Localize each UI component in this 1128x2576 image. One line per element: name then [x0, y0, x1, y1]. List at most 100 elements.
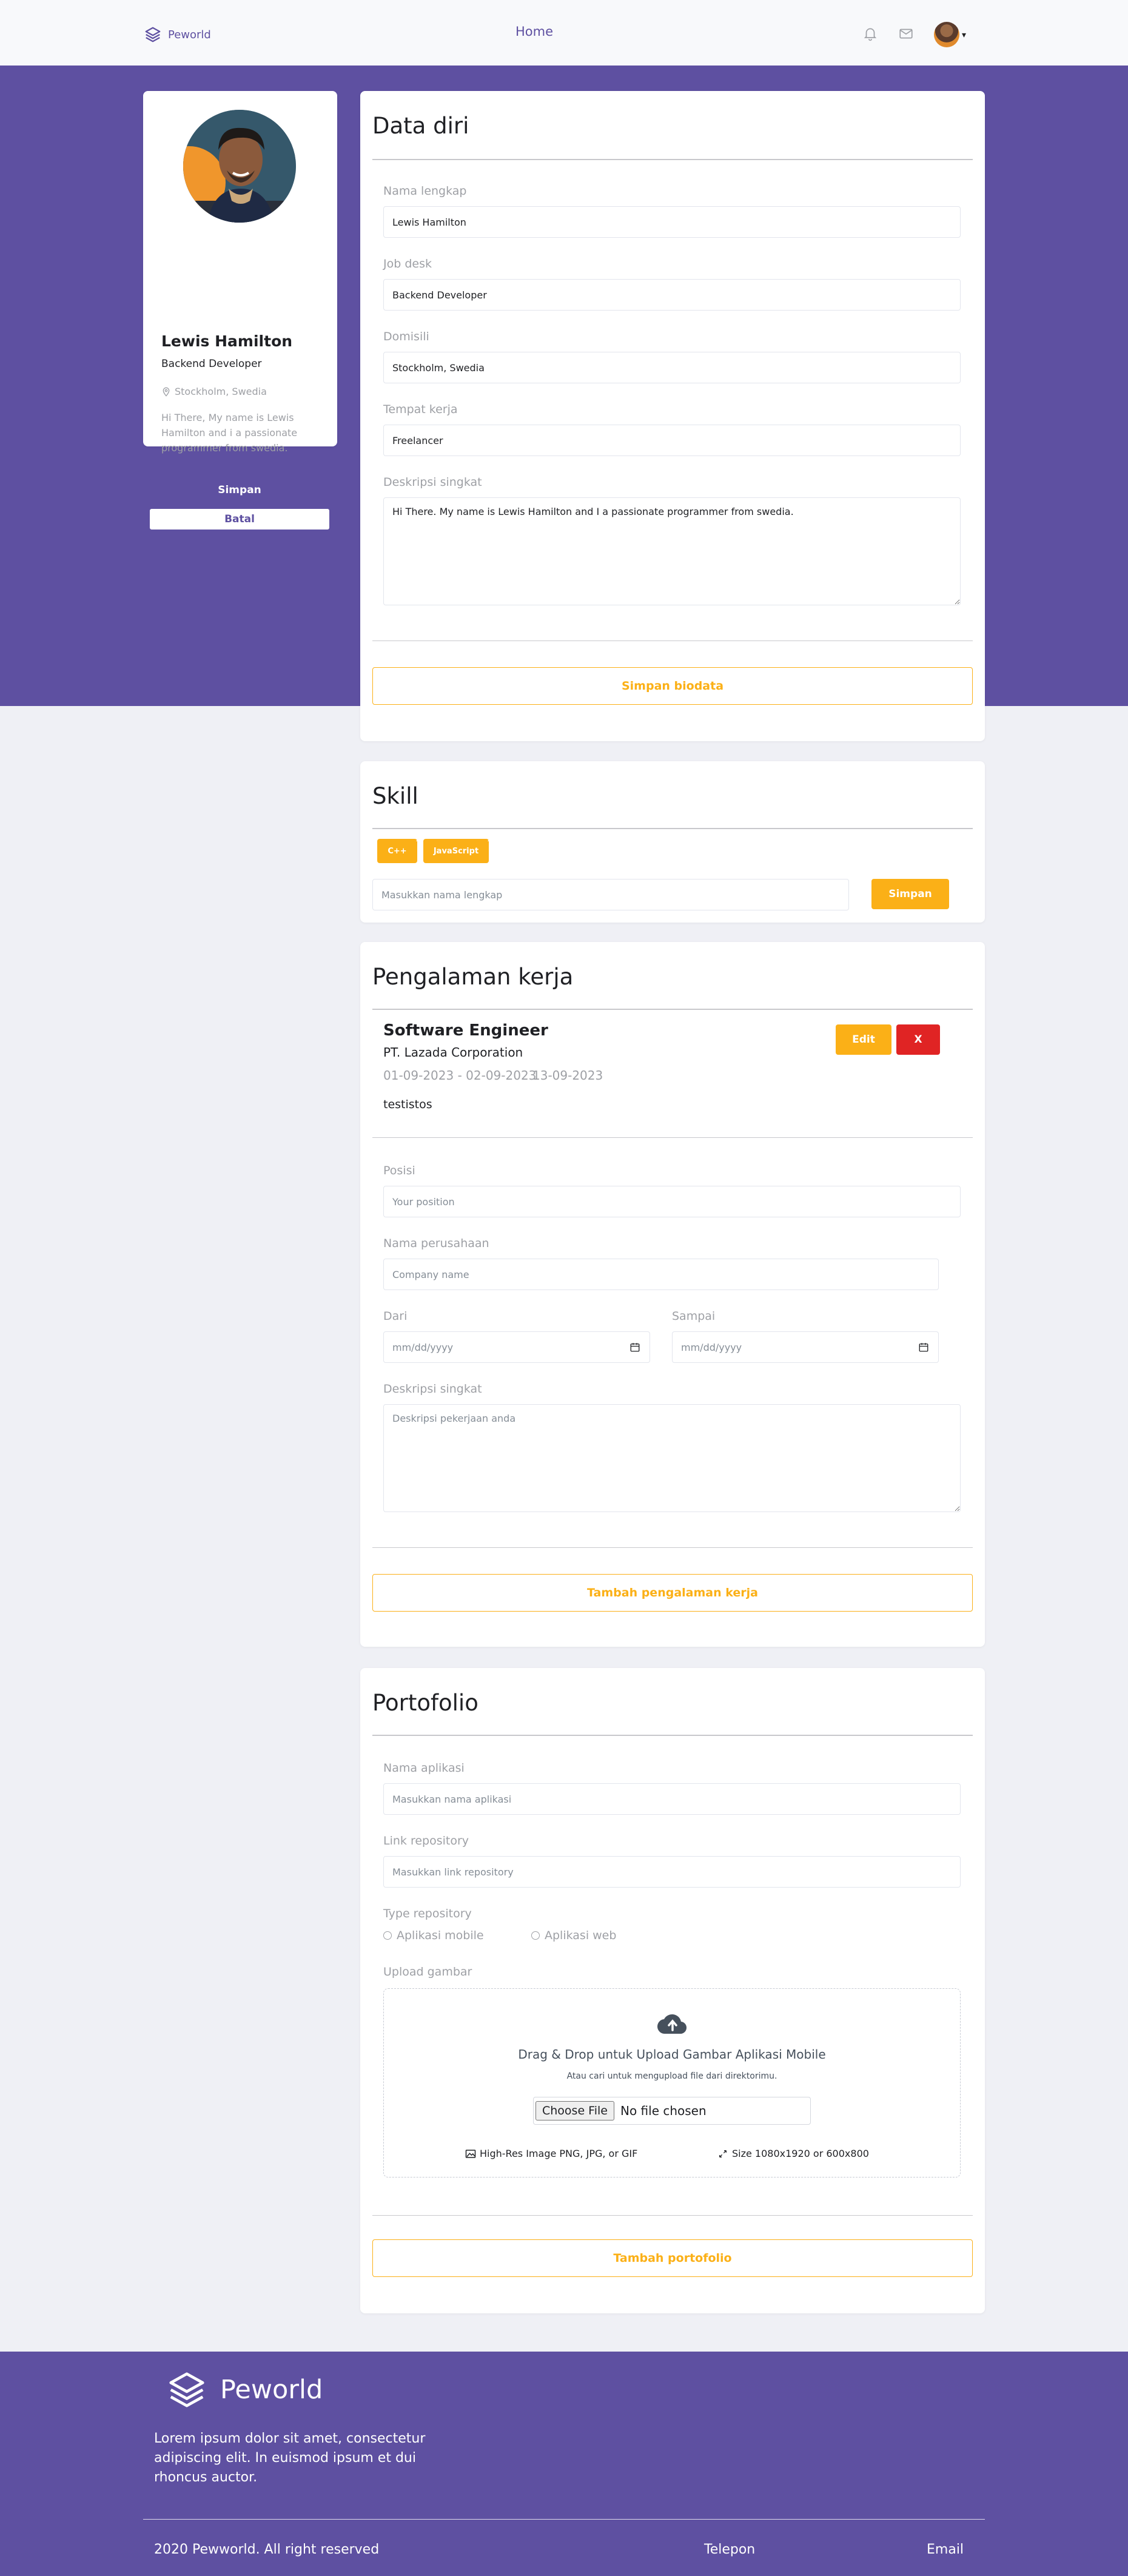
jobdesk-label: Job desk — [383, 257, 432, 271]
divider — [372, 1735, 973, 1736]
from-date-label: Dari — [383, 1310, 408, 1323]
radio-web-label: Aplikasi web — [545, 1929, 617, 1942]
mail-icon[interactable] — [898, 25, 914, 41]
image-icon — [465, 2149, 476, 2158]
experience-company: PT. Lazada Corporation — [383, 1045, 523, 1060]
skill-title: Skill — [372, 783, 418, 809]
profile-save-button[interactable]: Simpan — [149, 479, 330, 501]
file-input[interactable]: Choose File No file chosen — [533, 2097, 811, 2125]
repo-type-label: Type repository — [383, 1907, 472, 1920]
profile-photo-image — [183, 110, 296, 223]
experience-date-extra: 13-09-2023 — [532, 1068, 603, 1083]
navbar: Peworld Home ▾ — [0, 0, 1128, 66]
nav-home-link[interactable]: Home — [515, 24, 553, 39]
divider — [372, 159, 973, 160]
company-label: Nama perusahaan — [383, 1237, 489, 1250]
workplace-input[interactable] — [383, 425, 961, 456]
profile-job: Backend Developer — [161, 358, 262, 370]
experience-position: Software Engineer — [383, 1021, 548, 1040]
add-portfolio-button[interactable]: Tambah portofolio — [372, 2239, 973, 2277]
upload-title: Drag & Drop untuk Upload Gambar Aplikasi… — [518, 2047, 826, 2062]
fullname-label: Nama lengkap — [383, 184, 467, 198]
workplace-label: Tempat kerja — [383, 403, 458, 416]
portfolio-title: Portofolio — [372, 1690, 478, 1716]
domicile-input[interactable] — [383, 352, 961, 383]
calendar-icon[interactable] — [918, 1342, 929, 1353]
profile-location-text: Stockholm, Swedia — [175, 386, 267, 397]
jobdesk-input[interactable] — [383, 279, 961, 311]
profile-location: Stockholm, Swedia — [161, 386, 267, 397]
profile-card: Lewis Hamilton Backend Developer Stockho… — [143, 91, 337, 530]
fullname-input[interactable] — [383, 206, 961, 238]
chevron-down-icon[interactable]: ▾ — [962, 30, 966, 40]
skill-tag[interactable]: C++ x — [377, 835, 420, 863]
repo-link-label: Link repository — [383, 1834, 469, 1848]
skill-input[interactable] — [372, 879, 849, 910]
footer: Peworld Lorem ipsum dolor sit amet, cons… — [0, 2352, 1128, 2576]
biodata-title: Data diri — [372, 113, 469, 139]
footer-email-link[interactable]: Email — [927, 2542, 964, 2557]
app-name-input[interactable] — [383, 1783, 961, 1815]
divider — [372, 1547, 973, 1548]
divider — [372, 1009, 973, 1010]
navbar-logo[interactable]: Peworld — [144, 25, 211, 44]
divider — [372, 2215, 973, 2216]
radio-web-app[interactable]: Aplikasi web — [531, 1929, 616, 1942]
footer-logo[interactable]: Peworld — [166, 2369, 323, 2411]
footer-phone-link[interactable]: Telepon — [704, 2542, 755, 2557]
logo-text: Peworld — [168, 28, 211, 41]
layers-logo-icon — [145, 27, 161, 42]
footer-description: Lorem ipsum dolor sit amet, consectetur … — [154, 2431, 426, 2485]
cloud-upload-icon — [657, 2014, 687, 2034]
skill-tag-label: C++ — [388, 846, 407, 856]
profile-cancel-button[interactable]: Batal — [149, 508, 330, 530]
divider — [372, 828, 973, 829]
remove-skill-icon[interactable]: x — [488, 835, 492, 843]
repo-link-input[interactable] — [383, 1856, 961, 1888]
upload-subtitle: Atau cari untuk mengupload file dari dir… — [566, 2071, 777, 2081]
choose-file-button[interactable]: Choose File — [535, 2101, 614, 2120]
to-date-input[interactable] — [672, 1331, 939, 1363]
layers-logo-icon — [169, 2372, 204, 2407]
from-date-input[interactable] — [383, 1331, 650, 1363]
to-date-label: Sampai — [672, 1310, 716, 1323]
skill-save-button[interactable]: Simpan — [871, 879, 949, 909]
navbar-avatar[interactable] — [934, 22, 959, 47]
add-experience-button[interactable]: Tambah pengalaman kerja — [372, 1574, 973, 1612]
skill-tag[interactable]: JavaScript x — [423, 835, 492, 863]
position-label: Posisi — [383, 1164, 415, 1177]
edit-experience-button[interactable]: Edit — [836, 1024, 891, 1055]
experience-title: Pengalaman kerja — [372, 964, 574, 990]
footer-divider — [143, 2519, 985, 2520]
radio-circle[interactable] — [383, 1931, 392, 1940]
skill-tag-label: JavaScript — [433, 846, 479, 856]
profile-name: Lewis Hamilton — [161, 332, 293, 350]
radio-circle[interactable] — [531, 1931, 540, 1940]
biodata-card: Data diri Nama lengkap Job desk Domisili… — [360, 91, 985, 741]
delete-experience-button[interactable]: X — [896, 1024, 940, 1055]
position-input[interactable] — [383, 1186, 961, 1217]
bell-icon[interactable] — [862, 25, 878, 41]
footer-copyright: 2020 Pewworld. All right reserved — [154, 2542, 380, 2557]
company-input[interactable] — [383, 1259, 939, 1290]
remove-skill-icon[interactable]: x — [416, 835, 420, 843]
divider — [372, 1137, 973, 1138]
upload-dropzone[interactable]: Drag & Drop untuk Upload Gambar Aplikasi… — [383, 1988, 961, 2177]
portfolio-card: Portofolio Nama aplikasi Link repository… — [360, 1668, 985, 2313]
upload-size-text: Size 1080x1920 or 600x800 — [732, 2148, 869, 2159]
job-description-textarea[interactable] — [383, 1404, 961, 1512]
profile-description: Hi There, My name is Lewis Hamilton and … — [161, 412, 298, 454]
footer-logo-text: Peworld — [220, 2375, 323, 2405]
upload-label: Upload gambar — [383, 1965, 472, 1979]
save-biodata-button[interactable]: Simpan biodata — [372, 667, 973, 705]
upload-format-note: High-Res Image PNG, JPG, or GIF — [465, 2148, 637, 2159]
calendar-icon[interactable] — [629, 1342, 640, 1353]
experience-date-range: 01-09-2023 - 02-09-2023 — [383, 1068, 537, 1083]
profile-avatar[interactable] — [183, 110, 296, 223]
experience-description: testistos — [383, 1098, 432, 1111]
app-name-label: Nama aplikasi — [383, 1761, 465, 1775]
description-textarea[interactable]: Hi There. My name is Lewis Hamilton and … — [383, 497, 961, 605]
radio-mobile-label: Aplikasi mobile — [397, 1929, 484, 1942]
domicile-label: Domisili — [383, 330, 429, 343]
radio-mobile-app[interactable]: Aplikasi mobile — [383, 1929, 484, 1942]
